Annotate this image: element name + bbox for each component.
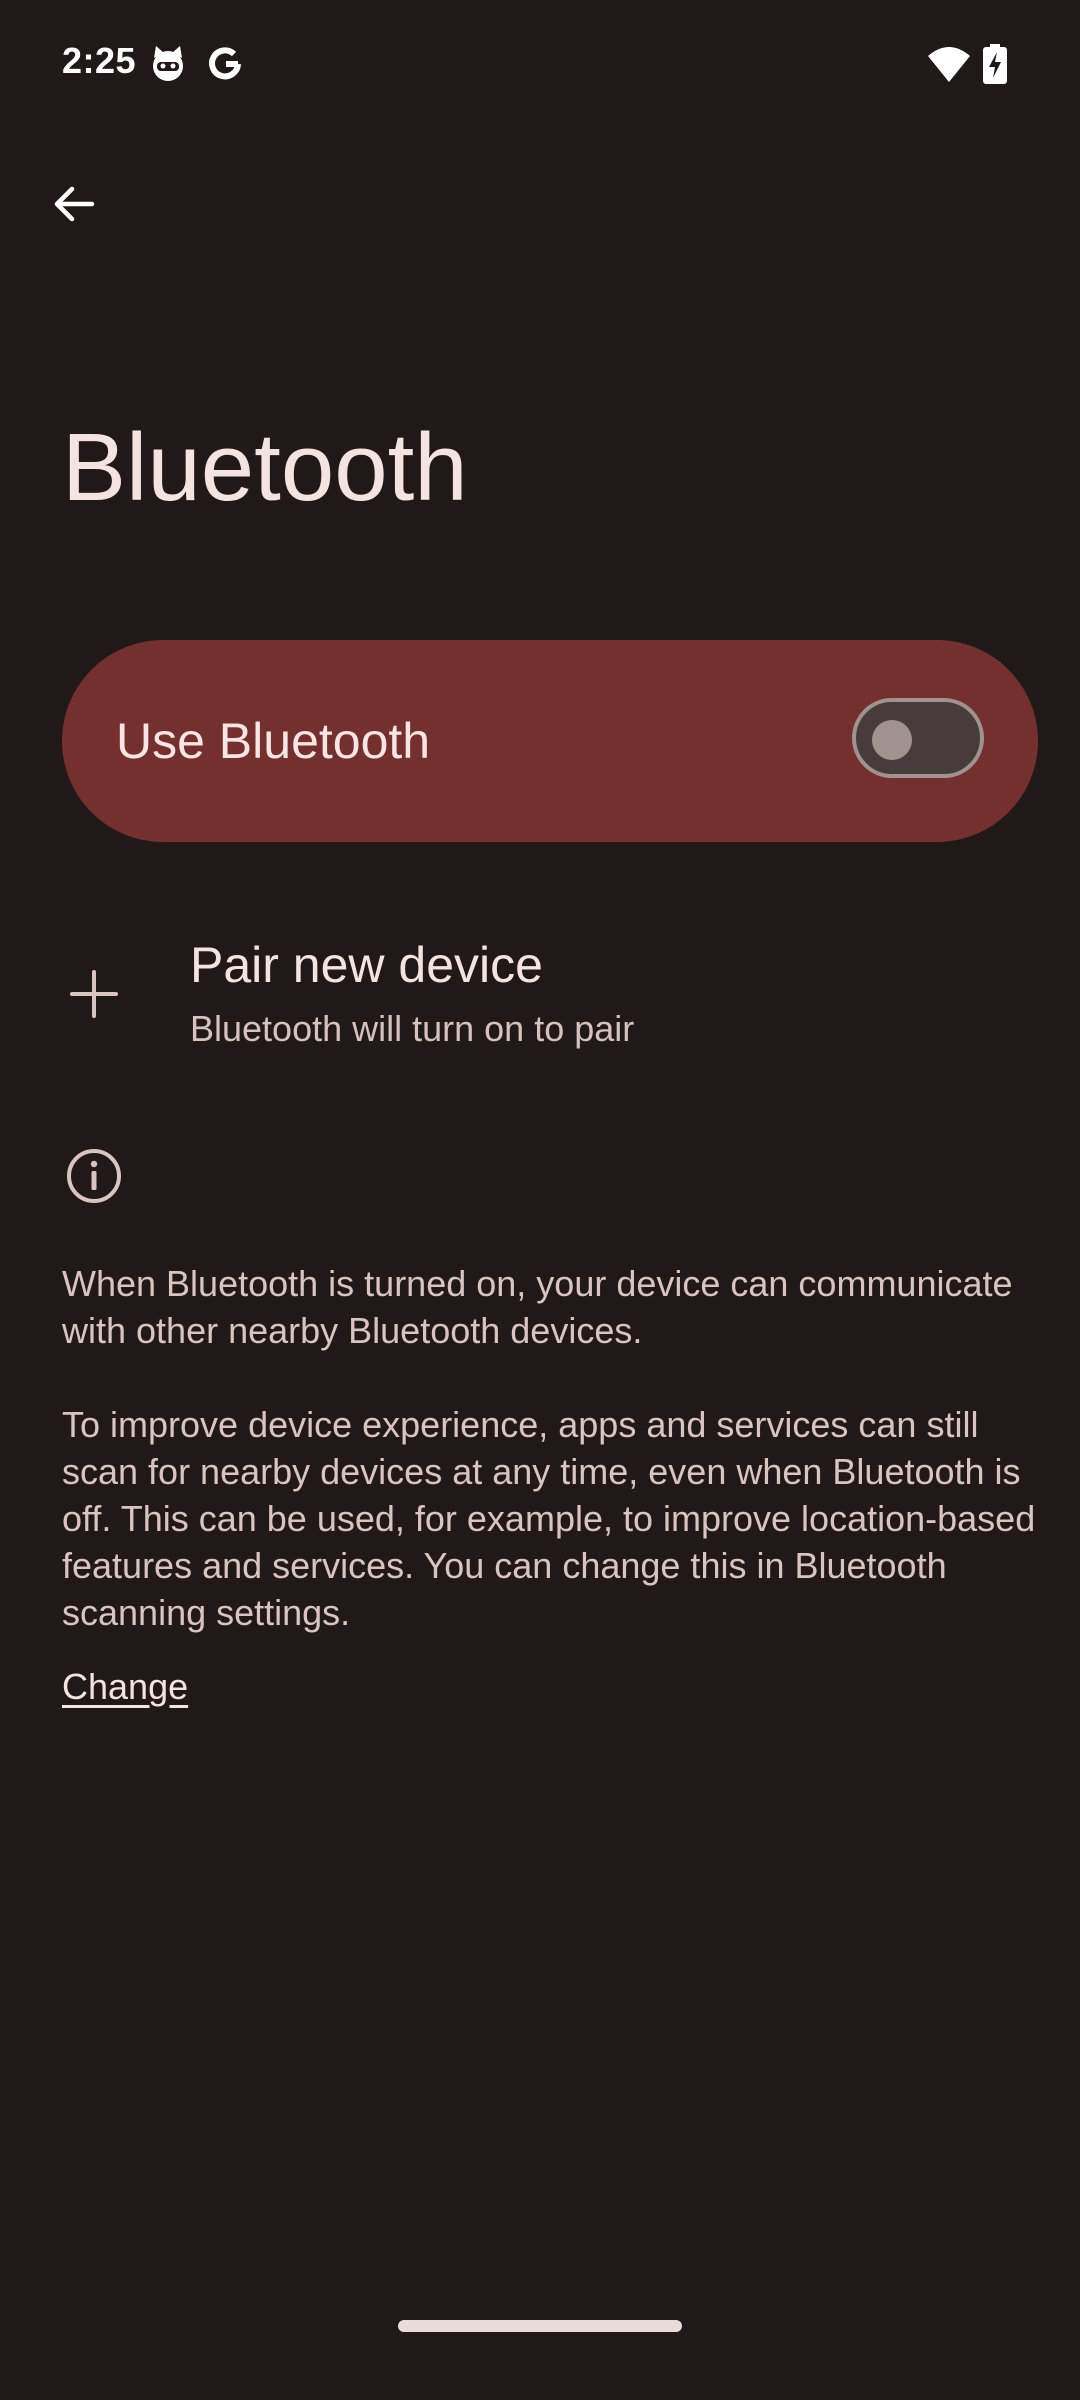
- cat-face-icon: [153, 46, 183, 81]
- bluetooth-toggle[interactable]: [852, 698, 984, 778]
- pair-new-device-item[interactable]: Pair new device Bluetooth will turn on t…: [0, 900, 1080, 1080]
- use-bluetooth-label: Use Bluetooth: [116, 713, 431, 769]
- pair-new-device-subtitle: Bluetooth will turn on to pair: [190, 1008, 635, 1049]
- footer-description: When Bluetooth is turned on, your device…: [62, 1263, 1013, 1351]
- use-bluetooth-switch-bar[interactable]: Use Bluetooth: [62, 640, 1038, 842]
- change-link[interactable]: Change: [62, 1666, 188, 1708]
- pair-new-device-title: Pair new device: [190, 937, 543, 993]
- wifi-icon: [928, 47, 970, 82]
- plus-icon: [70, 970, 118, 1018]
- gesture-nav-handle[interactable]: [398, 2320, 682, 2332]
- info-icon: [67, 1149, 121, 1203]
- page-title: Bluetooth: [62, 414, 468, 521]
- arrow-back-icon: [54, 186, 95, 222]
- google-g-icon: [209, 47, 241, 80]
- status-bar: 2:25: [0, 0, 1080, 130]
- toggle-thumb: [872, 720, 912, 760]
- footer-scanning-note: To improve device experience, apps and s…: [62, 1404, 1036, 1633]
- back-button[interactable]: [36, 166, 112, 242]
- status-time: 2:25: [62, 40, 137, 81]
- battery-charging-icon: [983, 44, 1007, 84]
